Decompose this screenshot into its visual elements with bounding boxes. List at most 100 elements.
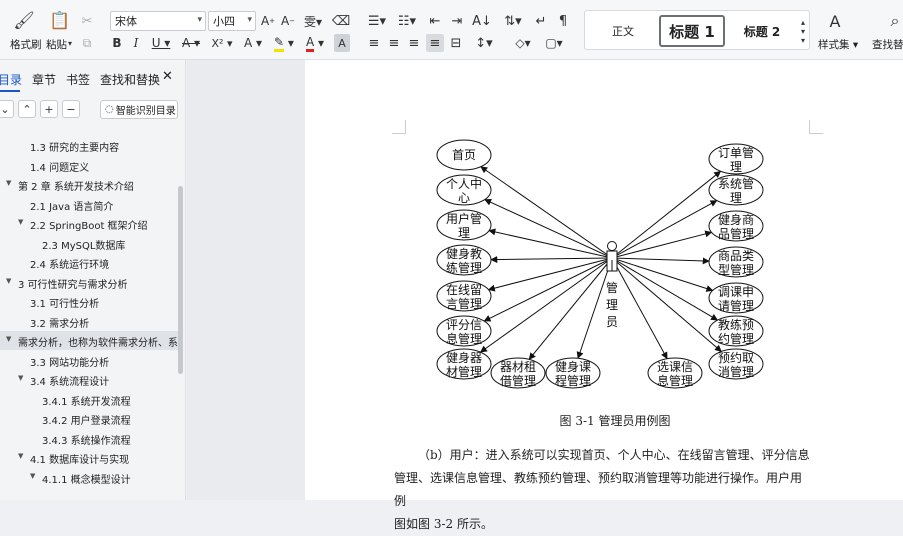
use-case-label: 程管理 — [555, 373, 591, 388]
styles-scroll-icon[interactable]: ▴ ▾ ▾ — [797, 15, 809, 47]
paragraph-icon[interactable]: ¶ — [554, 12, 572, 30]
toc-item[interactable]: 3.4.2 用户登录流程 — [0, 409, 180, 428]
copy-icon[interactable]: ⧉ — [78, 34, 96, 52]
format-painter-icon[interactable]: 🖌 — [12, 10, 36, 32]
expand-icon[interactable]: ⌃ — [18, 100, 36, 118]
text-effect-icon[interactable]: A ▾ — [240, 34, 266, 52]
paste-icon[interactable]: 📋 — [48, 10, 72, 32]
use-case-label: 健身课 — [555, 359, 591, 374]
toc-item-label: 1.3 研究的主要内容 — [30, 143, 120, 154]
borders-icon[interactable]: ▢▾ — [542, 34, 566, 52]
tab-find-replace[interactable]: 查找和替换 — [100, 71, 160, 88]
expand-arrow-icon[interactable]: ▼ — [18, 218, 23, 226]
align-center-icon[interactable]: ≡ — [386, 34, 402, 52]
expand-arrow-icon[interactable]: ▼ — [18, 374, 23, 382]
font-name-select[interactable]: 宋体 ▾ — [110, 11, 206, 31]
use-case-label: 品管理 — [718, 226, 754, 241]
toc-item[interactable]: 3.4.1 系统开发流程 — [0, 390, 180, 409]
style-heading1[interactable]: 标题 1 — [659, 15, 725, 47]
toc-item-label: 1.4 问题定义 — [30, 162, 90, 174]
collapse-icon[interactable]: ⌄ — [0, 100, 14, 118]
font-size-select[interactable]: 小四 ▾ — [208, 11, 256, 31]
increase-indent-icon[interactable]: ⇥ — [448, 12, 466, 30]
toc-item[interactable]: ▼ 2.2 SpringBoot 框架介绍 — [0, 214, 180, 233]
search-icon[interactable]: ⌕ — [884, 10, 903, 32]
use-case-label: 首页 — [452, 148, 476, 162]
smart-toc-button[interactable]: ◌ 智能识别目录 — [100, 100, 178, 119]
toc-item[interactable]: 3.4.3 系统操作流程 — [0, 429, 180, 448]
toc-item-label: 3.4.3 系统操作流程 — [42, 435, 131, 447]
toc-item[interactable]: ▼ 4.1 数据库设计与实现 — [0, 448, 180, 467]
phonetic-guide-icon[interactable]: 雯▾ — [302, 12, 324, 30]
align-right-icon[interactable]: ≡ — [406, 34, 422, 52]
paste-button[interactable]: 粘贴 — [46, 37, 67, 52]
tab-bookmarks[interactable]: 书签 — [66, 71, 90, 88]
use-case-label: 理 — [730, 191, 742, 205]
toc-item[interactable]: 2.1 Java 语言简介 — [0, 195, 180, 214]
cut-icon[interactable]: ✂ — [78, 12, 96, 30]
expand-arrow-icon[interactable]: ▼ — [6, 335, 11, 343]
use-case-node: 健身教练管理 — [436, 244, 492, 276]
toc-item[interactable]: 2.4 系统运行环境 — [0, 253, 180, 272]
line-spacing-icon[interactable]: ↕▾ — [472, 34, 496, 52]
expand-arrow-icon[interactable]: ▼ — [18, 452, 23, 460]
style-heading2[interactable]: 标题 2 — [731, 15, 793, 47]
superscript-icon[interactable]: X² ▾ — [208, 34, 236, 52]
font-color-icon[interactable]: A ▾ — [302, 34, 328, 52]
expand-arrow-icon[interactable]: ▼ — [6, 277, 11, 285]
justify-icon[interactable]: ≡ — [426, 34, 444, 52]
style-set-button[interactable]: 样式集 ▾ — [818, 37, 858, 52]
toc-item[interactable]: ▼ 4.1.1 概念模型设计 — [0, 468, 180, 487]
find-replace-button[interactable]: 查找替换 — [872, 37, 903, 52]
italic-icon[interactable]: I — [128, 34, 144, 52]
highlight-icon[interactable]: ✎ ▾ — [270, 34, 298, 52]
distribute-icon[interactable]: ⊟ — [448, 34, 464, 52]
toc-item[interactable]: 3.1 可行性分析 — [0, 292, 180, 311]
toc-item[interactable]: 3.3 网站功能分析 — [0, 351, 180, 370]
shading-icon[interactable]: ◇▾ — [512, 34, 534, 52]
use-case-node: 评分信息管理 — [436, 315, 492, 347]
toc-item[interactable]: 1.3 研究的主要内容 — [0, 136, 180, 155]
char-shading-icon[interactable]: A — [334, 34, 350, 52]
tab-sections[interactable]: 章节 — [32, 71, 56, 88]
align-left-icon[interactable]: ≡ — [366, 34, 382, 52]
toc-item-label: 3 可行性研究与需求分析 — [18, 279, 128, 291]
underline-icon[interactable]: U ▾ — [148, 34, 174, 52]
show-marks-icon[interactable]: ↵ — [532, 12, 550, 30]
strikethrough-icon[interactable]: A ▾ — [178, 34, 204, 52]
grow-font-icon[interactable]: A + — [260, 12, 276, 30]
toc-item-label: 3.4 系统流程设计 — [30, 377, 110, 388]
add-heading-icon[interactable]: + — [40, 100, 58, 118]
active-tab-indicator — [0, 90, 20, 92]
document-page[interactable]: 首页 个人中心用户管理健身教 练管理 在线留 言管理 评分信 息管理 健身器 材管理 器材租 借管理… — [305, 60, 903, 531]
paste-dropdown-icon[interactable]: ▾ — [66, 37, 74, 49]
style-set-icon[interactable]: A — [824, 10, 846, 32]
style-normal[interactable]: 正文 — [593, 15, 653, 47]
expand-arrow-icon[interactable]: ▼ — [6, 179, 11, 187]
format-painter-button[interactable]: 格式刷 — [10, 37, 42, 52]
bold-icon[interactable]: B — [109, 34, 125, 52]
use-case-node: 订单管理 — [708, 143, 764, 175]
remove-heading-icon[interactable]: − — [62, 100, 80, 118]
numbered-list-icon[interactable]: ☷▾ — [396, 12, 418, 30]
toc-item[interactable]: 2.3 MySQL数据库 — [0, 234, 180, 253]
toc-item[interactable]: ▼ 第 2 章 系统开发技术介绍 — [0, 175, 180, 194]
decrease-indent-icon[interactable]: ⇤ — [426, 12, 444, 30]
clear-format-icon[interactable]: ⌫ — [332, 12, 350, 30]
expand-arrow-icon[interactable]: ▼ — [30, 472, 35, 480]
toc-scrollbar[interactable] — [178, 186, 183, 374]
text-direction-icon[interactable]: A↓ — [472, 12, 492, 30]
actor-admin — [606, 241, 618, 272]
toc-item[interactable]: 3.2 需求分析 — [0, 312, 180, 331]
tab-toc[interactable]: 目录 — [0, 71, 22, 88]
close-icon[interactable]: ✕ — [162, 69, 173, 84]
document-area: 首页 个人中心用户管理健身教 练管理 在线留 言管理 评分信 息管理 健身器 材管理 器材租 借管理… — [187, 60, 903, 531]
bullet-list-icon[interactable]: ☰▾ — [366, 12, 388, 30]
toc-item[interactable]: ▼ 3 可行性研究与需求分析 — [0, 273, 180, 292]
sort-icon[interactable]: ⇅▾ — [502, 12, 524, 30]
body-paragraph[interactable]: （b）用户：进入系统可以实现首页、个人中心、在线留言管理、评分信息 管理、选课信… — [394, 444, 812, 536]
toc-item[interactable]: ▼ 需求分析，也称为软件需求分析、系… — [0, 331, 180, 350]
toc-item[interactable]: ▼ 3.4 系统流程设计 — [0, 370, 180, 389]
shrink-font-icon[interactable]: A − — [280, 12, 296, 30]
toc-item[interactable]: 1.4 问题定义 — [0, 156, 180, 175]
